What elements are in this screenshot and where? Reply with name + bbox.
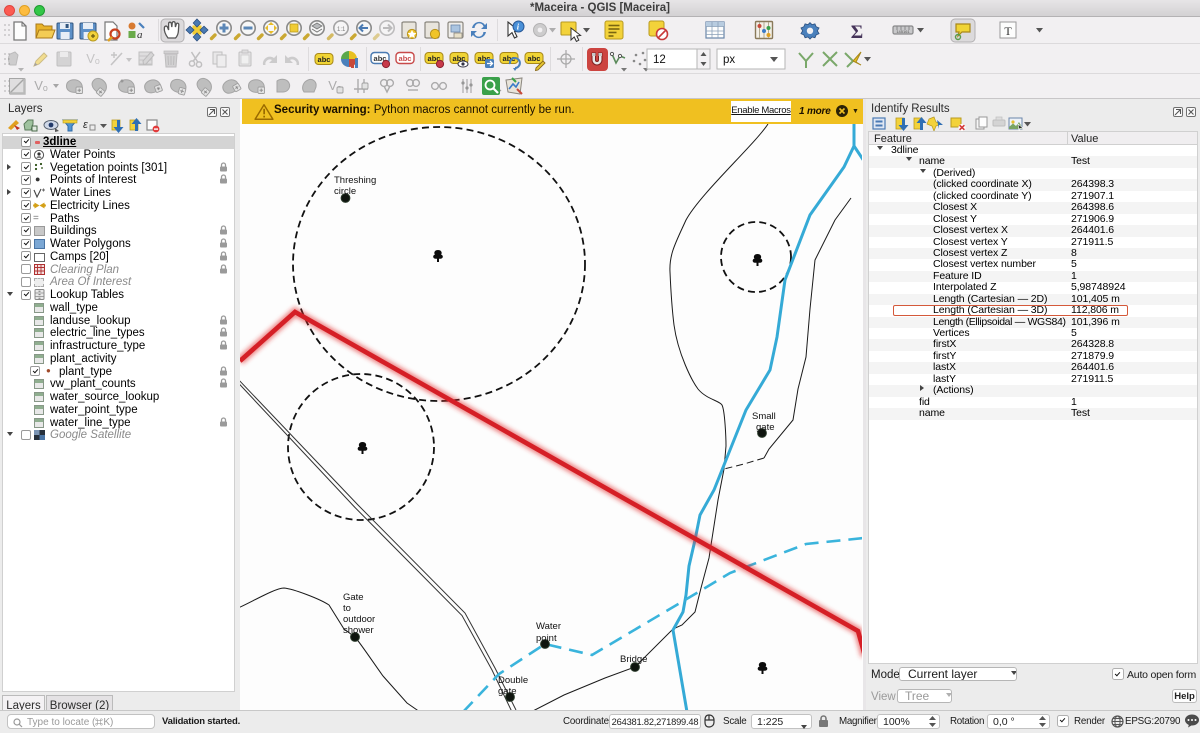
svg-text:Bridge: Bridge [620,654,647,665]
svg-text:ε: ε [83,119,88,131]
svg-text:Σ: Σ [851,22,863,43]
svg-text:outdoor: outdoor [343,614,375,625]
svg-text:1:1: 1:1 [337,27,346,33]
svg-text:Water: Water [536,621,561,632]
svg-text:Threshing: Threshing [334,175,376,186]
svg-text:to: to [343,603,351,614]
svg-text:Small: Small [752,411,776,422]
svg-text:px: px [723,54,735,66]
svg-text:Double: Double [498,675,528,686]
svg-text:Vₒ: Vₒ [34,78,48,93]
svg-text:T: T [1004,24,1012,38]
svg-text:point: point [536,633,557,644]
svg-text:Gate: Gate [343,592,364,603]
svg-text:abc: abc [399,54,412,63]
svg-text:circle: circle [334,186,356,197]
svg-text:gate: gate [498,686,517,697]
svg-text:gate: gate [756,422,775,433]
svg-text:145161: 145161 [896,29,910,34]
svg-text:a: a [137,29,143,41]
svg-text:12: 12 [653,54,666,66]
svg-text:Vₒ: Vₒ [86,51,100,66]
svg-text:shower: shower [343,625,374,636]
